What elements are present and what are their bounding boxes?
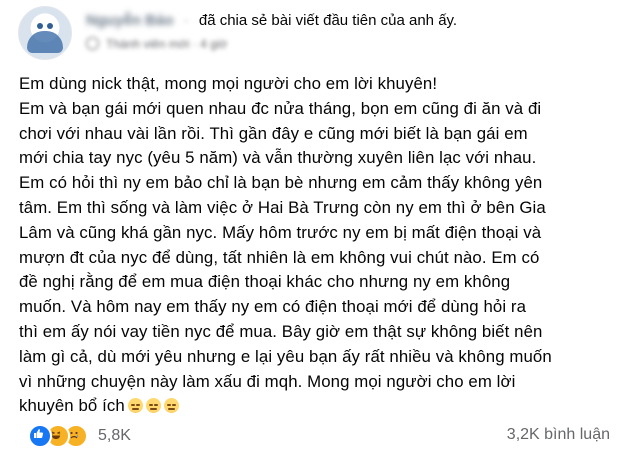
post-line: thì em ấy nói vay tiền nyc để mua. Bây g… (19, 321, 543, 341)
post-line: muốn. Và hôm nay em thấy ny em có điện t… (19, 297, 527, 317)
post-line: mới chia tay nyc (yêu 5 năm) và vẫn thườ… (19, 148, 537, 168)
comment-count[interactable]: 3,2K bình luận (507, 426, 610, 444)
post-line: Em có hỏi thì ny em bảo chỉ là bạn bè nh… (19, 173, 543, 193)
post-time[interactable]: 4 giờ (200, 37, 227, 51)
post-header: Nguyễn Bảo · đã chia sẻ bài viết đầu tiê… (18, 4, 618, 60)
pensive-face-icon (163, 398, 179, 414)
member-badge-icon (86, 37, 99, 50)
post-line: làm gì cả, dù mới yêu nhưng e lại yêu bạ… (19, 346, 552, 366)
post-line: tâm. Em thì sống và làm việc ở Hai Bà Tr… (19, 197, 546, 217)
member-role: Thành viên mới (106, 37, 190, 51)
author-line: Nguyễn Bảo · đã chia sẻ bài viết đầu tiê… (86, 12, 458, 29)
post-meta: Thành viên mới · 4 giờ (86, 37, 227, 51)
post-line: Em dùng nick thật, mong mọi người cho em… (19, 74, 438, 93)
pensive-face-icon (145, 398, 161, 414)
post-line: Em và bạn gái mới quen nhau đc nửa tháng… (19, 98, 542, 118)
post-line: Lâm và cũng khá gần nyc. Mấy hôm trước n… (19, 222, 542, 242)
pensive-face-icon (127, 398, 143, 414)
post-line: vì những chuyện này làm xấu đi mqh. Mong… (19, 371, 516, 391)
post-line: mượn đt của nyc để dùng, tất nhiên là em… (19, 247, 540, 267)
author-avatar[interactable] (18, 6, 72, 60)
reaction-count[interactable]: 5,8K (98, 427, 131, 445)
post-last-line: khuyên bổ ích (19, 394, 619, 419)
post-line: khuyên bổ ích (19, 396, 125, 416)
reaction-summary[interactable]: 5,8K (28, 424, 131, 448)
post-line: chơi với nhau vài lần rồi. Thì gần đây e… (19, 123, 528, 143)
post-content: Em dùng nick thật, mong mọi người cho em… (19, 72, 619, 419)
post-action-text: đã chia sẻ bài viết đầu tiên của anh ấy. (198, 12, 458, 29)
post-line: đề nghị rằng để em mua điện thoại khác c… (19, 272, 511, 292)
like-reaction-icon (28, 424, 52, 448)
author-name[interactable]: Nguyễn Bảo (86, 12, 174, 29)
